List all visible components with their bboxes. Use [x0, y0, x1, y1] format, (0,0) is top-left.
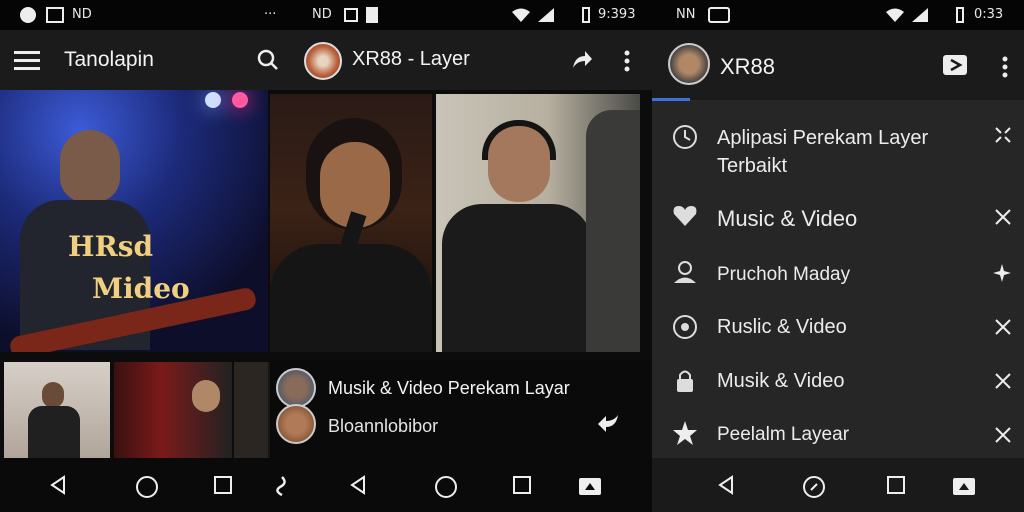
home-icon[interactable]: [135, 475, 159, 504]
overlay-title[interactable]: Musik & Video Perekam Layar: [328, 378, 570, 399]
drawer-item-label-6: Peelalm Layear: [717, 424, 850, 445]
sparkle-share-icon[interactable]: [596, 412, 620, 439]
headphones-man-image[interactable]: [436, 94, 640, 352]
leather-jacket: [442, 204, 592, 352]
drawer-item-aplipasi[interactable]: Aplipasi Perekam Layer Terbaikt: [652, 114, 1024, 184]
drawer-item-label-2: Music & Video: [717, 206, 858, 231]
star-icon: [672, 420, 698, 451]
hero-overlay-line2: Mideo: [92, 272, 190, 305]
background-person: [586, 110, 640, 352]
status-time-right: 0:33: [974, 7, 1004, 22]
back-icon[interactable]: [48, 475, 68, 500]
hero-guitarist-image[interactable]: HRsd Mideo: [0, 90, 268, 352]
channel-avatar[interactable]: [304, 42, 342, 80]
thumb-edge: [234, 362, 270, 458]
drawer-item-peelalm[interactable]: Peelalm Layear: [652, 416, 1024, 456]
thumb-body: [28, 406, 80, 458]
drawer-item-label-5: Musik & Video: [717, 370, 845, 392]
drawer-item-music-video[interactable]: Music & Video: [652, 198, 1024, 238]
disc-icon: [672, 314, 698, 345]
left-app-title: Tanolapin: [64, 48, 154, 71]
stage-light-pink: [232, 92, 248, 108]
recents-icon[interactable]: [213, 475, 233, 500]
mail-icon: [708, 7, 730, 23]
hero-overlay-line1: HRsd: [68, 230, 154, 263]
home-icon-2[interactable]: [434, 475, 458, 504]
guitarist-head: [60, 130, 120, 202]
screen-record-icon-2[interactable]: [952, 475, 976, 502]
drawer-item-pruchoh[interactable]: Pruchoh Maday: [652, 254, 1024, 294]
more-vert-icon[interactable]: [624, 50, 630, 77]
drawer-accent-line: [652, 98, 690, 101]
drawer-item-musik[interactable]: Musik & Video: [652, 362, 1024, 402]
battery-icon-right: [956, 7, 964, 23]
status-bar: ND ··· ND 9:393 NN 0:33: [0, 0, 1024, 30]
back-icon-2[interactable]: [348, 475, 368, 500]
drawer-header: XR88: [652, 30, 1024, 101]
media-overlay: Musik & Video Perekam Layar Bloannlobibo…: [268, 360, 652, 458]
lock-icon: [672, 368, 698, 399]
clock-icon: [672, 124, 698, 155]
screen-record-icon[interactable]: [578, 475, 602, 502]
status-right-left-text: NN: [676, 7, 696, 22]
expand-icon[interactable]: [994, 126, 1012, 149]
battery-icon: [582, 7, 590, 23]
thumb-poster-face: [192, 380, 220, 412]
recents-icon-2[interactable]: [512, 475, 532, 500]
thumb-poster[interactable]: [114, 362, 232, 458]
thumb-face: [42, 382, 64, 408]
navigation-drawer: XR88 Aplipasi Perekam Layer Terbaikt Mus…: [652, 30, 1024, 458]
status-left-text: ND: [72, 7, 92, 22]
singer-image[interactable]: [270, 94, 432, 352]
overlay-avatar-2[interactable]: [276, 404, 316, 444]
status-time-middle: 9:393: [598, 7, 636, 22]
app-notification-icon: [20, 7, 36, 23]
overlay-avatar-1[interactable]: [276, 368, 316, 408]
stage-light: [205, 92, 221, 108]
drawer-item-label-4: Ruslic & Video: [717, 316, 847, 338]
singer-body: [270, 244, 432, 352]
recents-icon-3[interactable]: [886, 475, 906, 500]
signal-icon-right: [912, 8, 928, 22]
status-mid-text: ND: [312, 7, 332, 22]
left-app-bar: Tanolapin: [0, 30, 290, 90]
share-icon[interactable]: [570, 48, 594, 77]
overlay-subtitle: Bloannlobibor: [328, 416, 439, 436]
close-icon[interactable]: [994, 208, 1012, 231]
headphones: [482, 120, 556, 160]
sparkle-icon[interactable]: [992, 263, 1012, 288]
search-icon[interactable]: [256, 48, 280, 77]
drawer-avatar[interactable]: [668, 43, 710, 85]
bottom-nav-main: [0, 458, 652, 512]
drawer-more-icon[interactable]: [1002, 56, 1008, 83]
drawer-title: XR88: [720, 54, 776, 79]
menu-icon[interactable]: [14, 50, 40, 75]
drawer-item-label-3: Pruchoh Maday: [717, 264, 851, 285]
bottom-nav-drawer: [652, 458, 1024, 512]
photo-notification-icon: [46, 7, 64, 23]
close-icon-4[interactable]: [994, 426, 1012, 449]
screen: ND ··· ND 9:393 NN 0:33 Tanolapin XR88 -: [0, 0, 1024, 512]
center-app-title: XR88 - Layer: [352, 48, 470, 70]
close-icon-3[interactable]: [994, 372, 1012, 395]
settings-notification-icon: [344, 8, 358, 22]
wifi-icon-right: [886, 8, 904, 22]
home-icon-3[interactable]: [802, 475, 826, 504]
cast-icon[interactable]: [942, 54, 968, 81]
center-app-bar: XR88 - Layer: [290, 30, 652, 90]
back-icon-3[interactable]: [716, 475, 736, 500]
signal-icon: [538, 8, 554, 22]
assist-icon[interactable]: [272, 475, 292, 502]
heart-icon: [672, 204, 698, 233]
clipboard-icon: [366, 7, 378, 23]
status-dots: ···: [264, 7, 277, 22]
drawer-item-ruslic[interactable]: Ruslic & Video: [652, 308, 1024, 348]
close-icon-2[interactable]: [994, 318, 1012, 341]
thumb-guitarist[interactable]: [4, 362, 110, 458]
person-icon: [672, 260, 698, 289]
wifi-icon: [512, 8, 530, 22]
drawer-item-label-1: Aplipasi Perekam Layer Terbaikt: [717, 127, 929, 177]
